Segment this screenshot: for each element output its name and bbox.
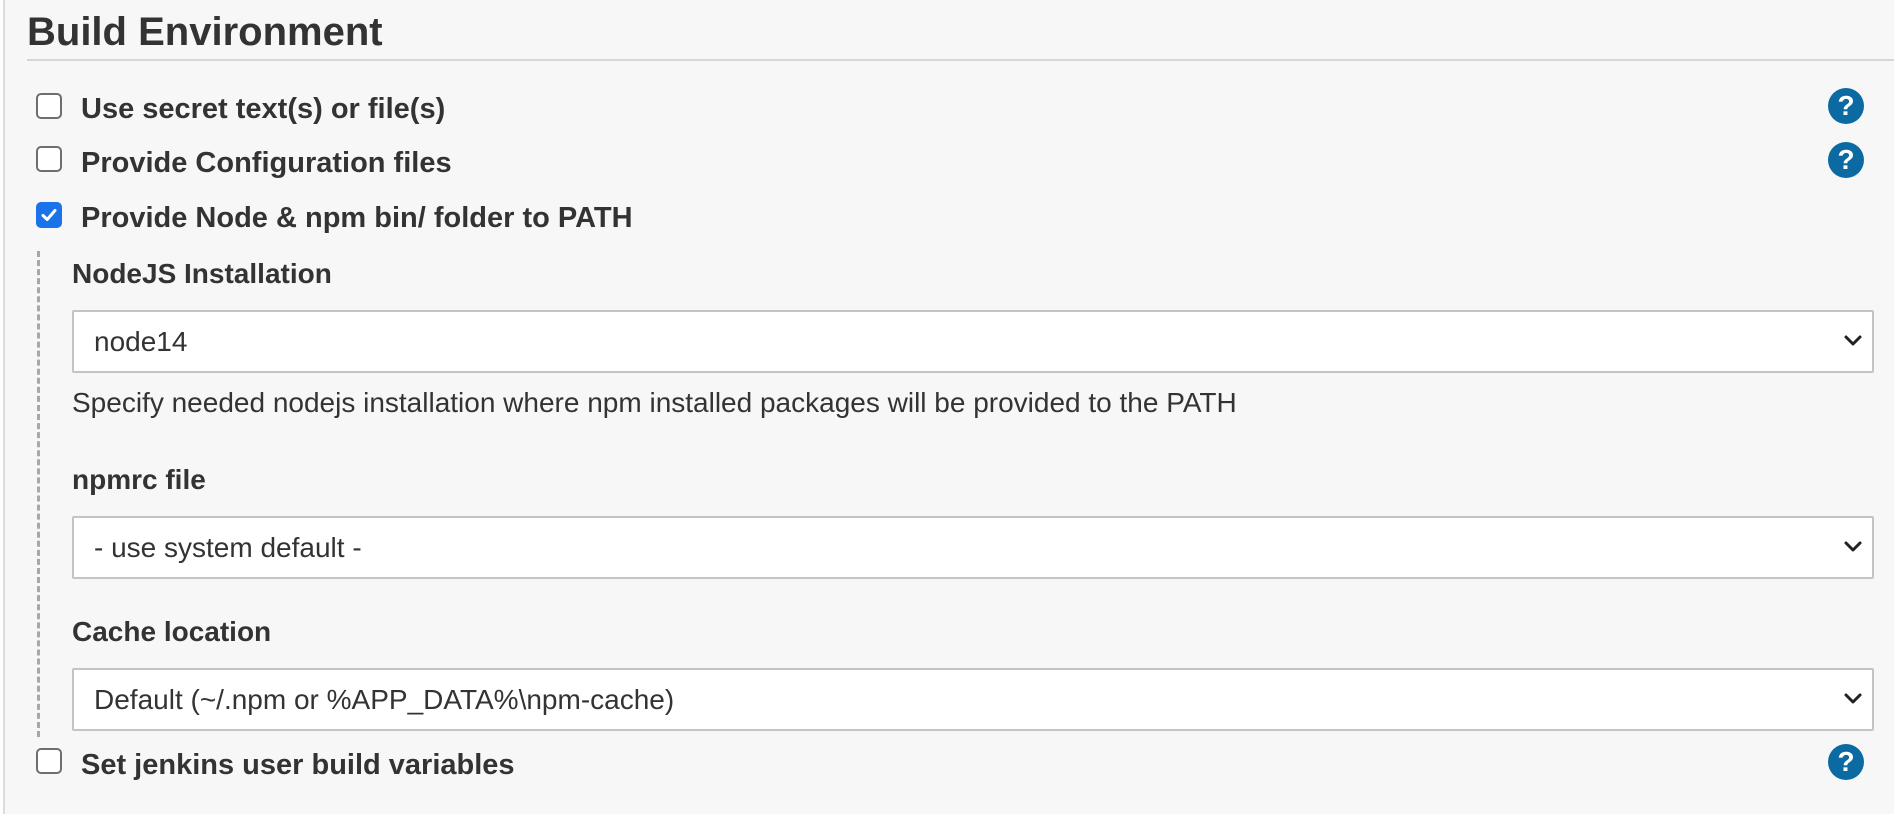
check-icon [41,209,57,221]
nodejs-installation-description: Specify needed nodejs installation where… [72,387,1237,418]
set-jenkins-user-vars-label[interactable]: Set jenkins user build variables [81,748,515,782]
npmrc-file-label: npmrc file [72,464,206,495]
provide-config-files-checkbox[interactable] [36,146,62,172]
help-icon[interactable]: ? [1828,142,1864,178]
provide-node-path-label[interactable]: Provide Node & npm bin/ folder to PATH [81,201,633,235]
nodejs-installation-label: NodeJS Installation [72,258,332,289]
chevron-down-icon [1844,335,1862,346]
help-icon[interactable]: ? [1828,88,1864,124]
help-icon[interactable]: ? [1828,744,1864,780]
npmrc-file-value: - use system default - [94,532,362,563]
use-secret-checkbox[interactable] [36,93,62,119]
nodejs-installation-select[interactable]: node14 [72,310,1874,373]
npmrc-file-select[interactable]: - use system default - [72,516,1874,579]
use-secret-label[interactable]: Use secret text(s) or file(s) [81,92,445,126]
section-title: Build Environment [27,10,383,54]
nodejs-installation-value: node14 [94,326,188,357]
cache-location-value: Default (~/.npm or %APP_DATA%\npm-cache) [94,684,675,715]
provide-config-files-label[interactable]: Provide Configuration files [81,146,452,180]
section-divider [27,59,1894,61]
chevron-down-icon [1844,541,1862,552]
nested-settings-indicator [37,251,40,737]
cache-location-select[interactable]: Default (~/.npm or %APP_DATA%\npm-cache) [72,668,1874,731]
provide-node-path-checkbox[interactable] [36,202,62,228]
chevron-down-icon [1844,693,1862,704]
cache-location-label: Cache location [72,616,272,647]
set-jenkins-user-vars-checkbox[interactable] [36,748,62,774]
build-environment-panel: Build Environment Use secret text(s) or … [3,0,1894,814]
